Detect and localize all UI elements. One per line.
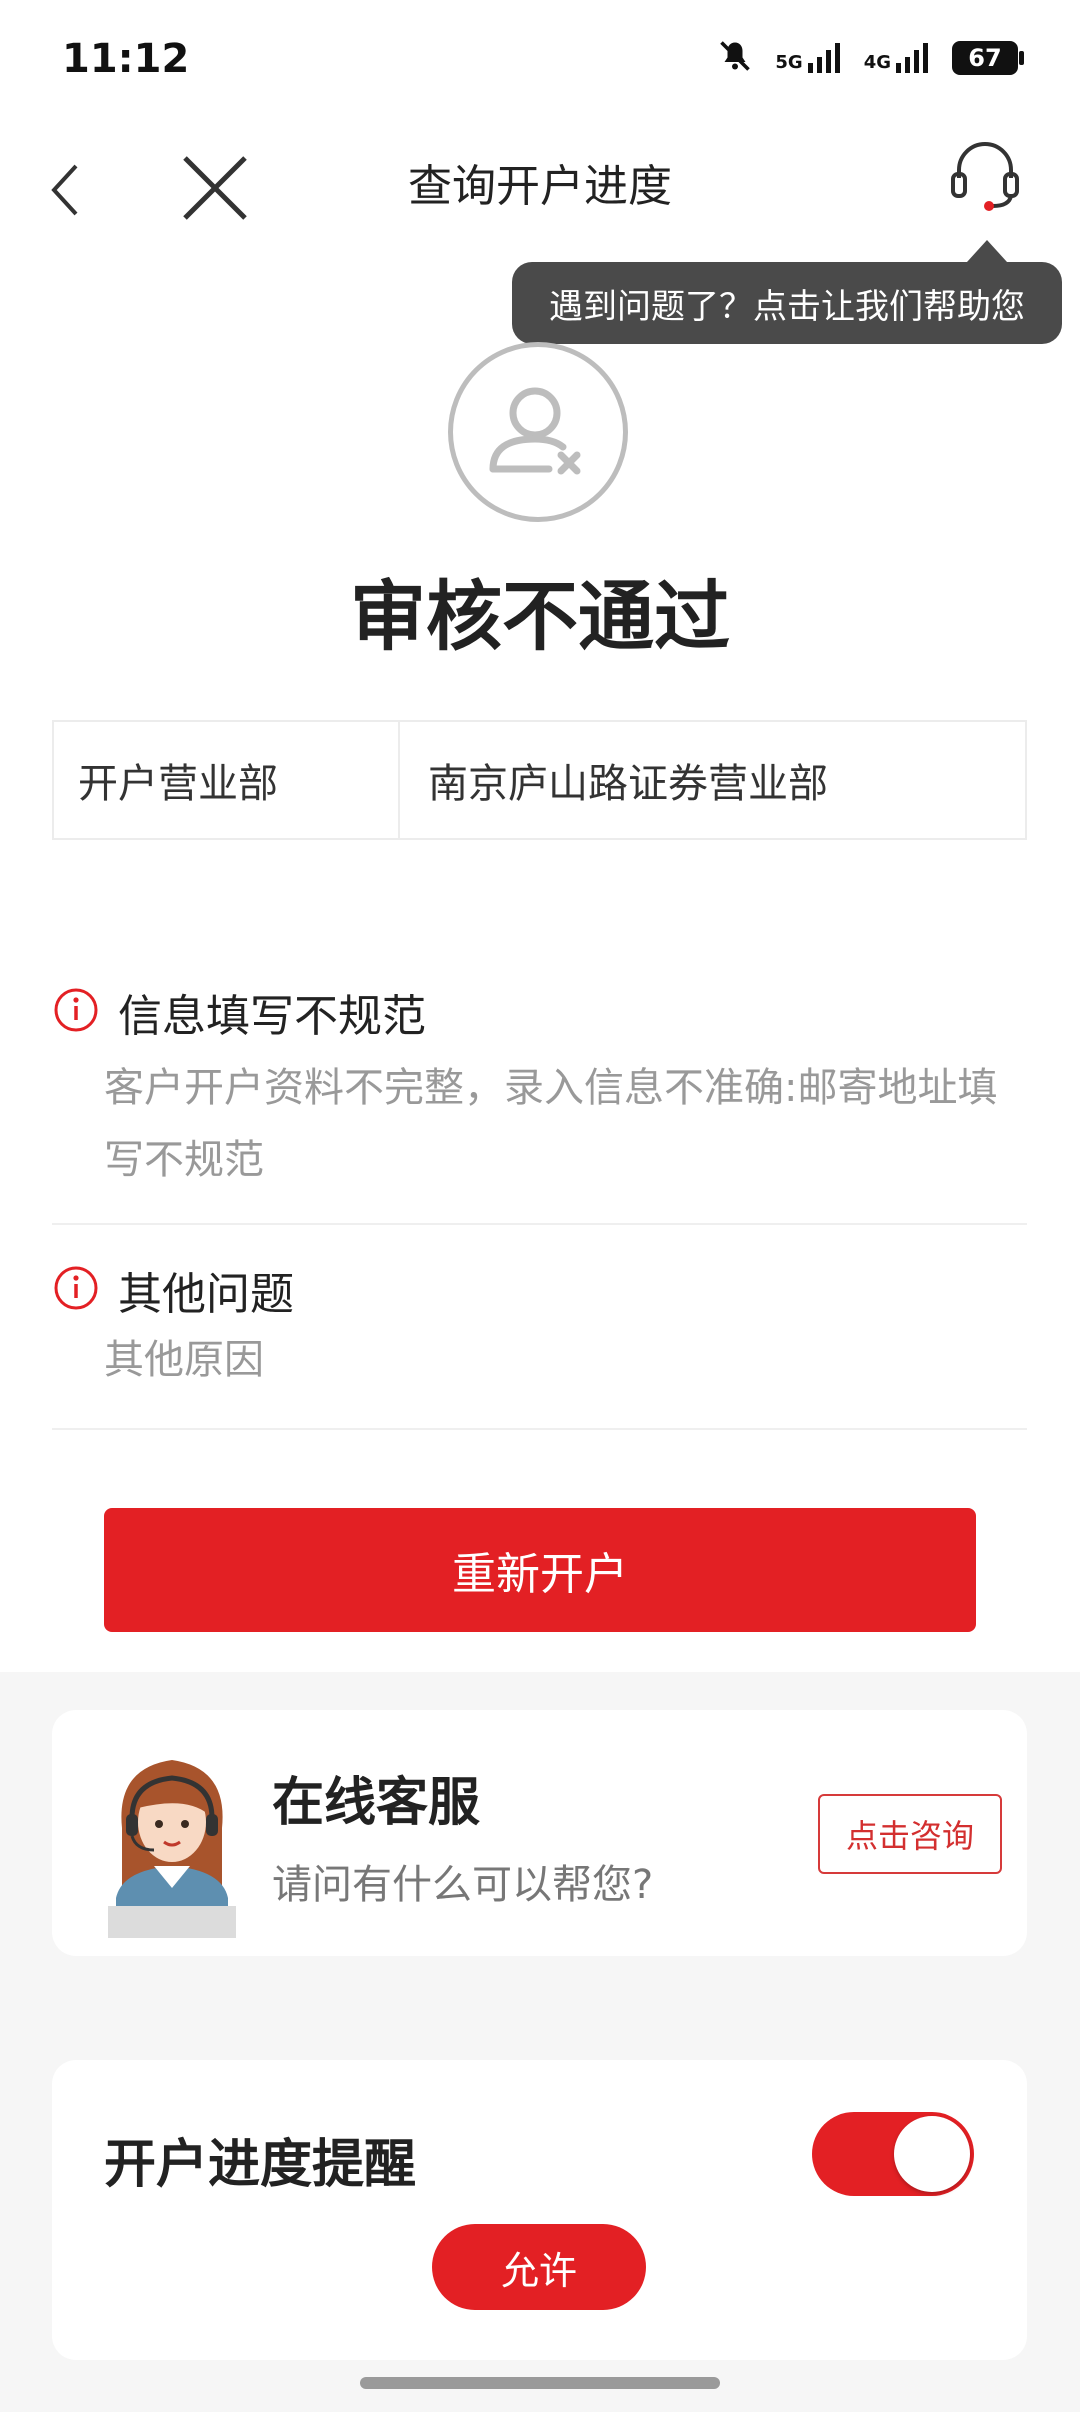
signal-4g-icon: 4G — [864, 43, 930, 73]
nav-bar: 查询开户进度 — [0, 120, 1080, 260]
page-title: 查询开户进度 — [408, 161, 672, 212]
service-title: 在线客服 — [272, 1773, 481, 1833]
rejection-reason-item: 其他问题 其他原因 — [52, 1258, 1027, 1430]
progress-reminder-card: 开户进度提醒 允许 — [52, 2060, 1027, 2360]
tooltip-arrow — [967, 240, 1007, 262]
toggle-knob — [894, 2116, 970, 2192]
battery-icon: 67 — [952, 41, 1024, 75]
signal-5g-icon: 5G — [775, 43, 841, 73]
reason-description: 其他原因 — [104, 1337, 264, 1383]
service-subtitle: 请问有什么可以帮您? — [272, 1862, 654, 1908]
mute-bell-icon — [717, 38, 753, 78]
user-rejected-icon — [448, 342, 628, 522]
branch-info-table: 开户营业部 南京庐山路证券营业部 — [52, 720, 1027, 840]
reason-title: 其他问题 — [118, 1269, 294, 1320]
status-time: 11:12 — [62, 36, 190, 82]
customer-service-agent-avatar — [102, 1738, 242, 1938]
rejection-reason-item: 信息填写不规范 客户开户资料不完整，录入信息不准确:邮寄地址填写不规范 — [52, 980, 1027, 1225]
headset-icon[interactable] — [945, 134, 1025, 214]
consult-button[interactable]: 点击咨询 — [818, 1794, 1002, 1874]
allow-button[interactable]: 允许 — [432, 2224, 646, 2310]
status-icons: 5G 4G 67 — [717, 38, 1024, 78]
network-5g-label: 5G — [775, 52, 803, 73]
branch-label: 开户营业部 — [54, 722, 400, 838]
info-circle-icon — [52, 986, 100, 1034]
result-title: 审核不通过 — [350, 572, 730, 661]
help-tooltip[interactable]: 遇到问题了？点击让我们帮助您 — [512, 262, 1062, 344]
info-circle-icon — [52, 1264, 100, 1312]
status-bar: 11:12 5G 4G 67 — [0, 0, 1080, 120]
reopen-account-button[interactable]: 重新开户 — [104, 1508, 976, 1632]
home-indicator[interactable] — [360, 2377, 720, 2389]
reminder-title: 开户进度提醒 — [104, 2135, 417, 2195]
branch-value: 南京庐山路证券营业部 — [428, 761, 828, 807]
reminder-toggle[interactable] — [812, 2112, 974, 2196]
online-service-card[interactable]: 在线客服 请问有什么可以帮您? 点击咨询 — [52, 1710, 1027, 1956]
reason-description: 客户开户资料不完整，录入信息不准确:邮寄地址填写不规范 — [104, 1065, 998, 1183]
reason-title: 信息填写不规范 — [118, 991, 426, 1042]
network-4g-label: 4G — [863, 52, 891, 73]
